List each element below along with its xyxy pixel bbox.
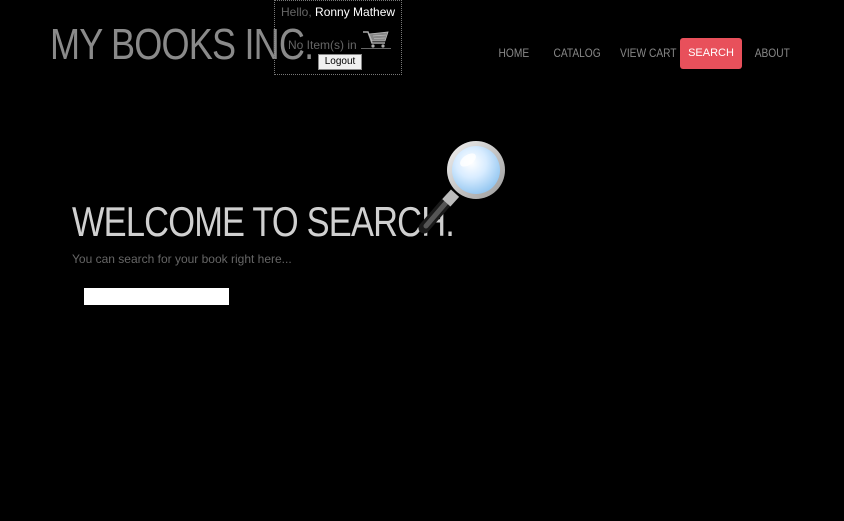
user-name: Ronny Mathew xyxy=(315,5,396,19)
nav-catalog[interactable]: CATALOG xyxy=(553,38,600,69)
nav-view-cart[interactable]: VIEW CART xyxy=(620,38,676,69)
greeting-label: Hello, xyxy=(281,5,312,19)
nav-about[interactable]: ABOUT xyxy=(755,38,790,69)
nav-search[interactable]: SEARCH xyxy=(680,38,742,69)
logout-button[interactable]: Logout xyxy=(318,54,362,70)
cart-status: No Item(s) in xyxy=(288,38,357,52)
nav-home[interactable]: HOME xyxy=(499,38,530,69)
magnifier-icon xyxy=(418,141,505,234)
greeting: Hello, Ronny Mathew xyxy=(281,5,395,19)
shopping-cart-icon[interactable] xyxy=(361,29,391,49)
search-input[interactable] xyxy=(84,288,229,305)
user-panel: Hello, Ronny Mathew No Item(s) in Logout xyxy=(274,0,402,75)
page-subtitle: You can search for your book right here.… xyxy=(72,252,292,266)
page-title: WELCOME TO SEARCH. xyxy=(72,198,455,245)
